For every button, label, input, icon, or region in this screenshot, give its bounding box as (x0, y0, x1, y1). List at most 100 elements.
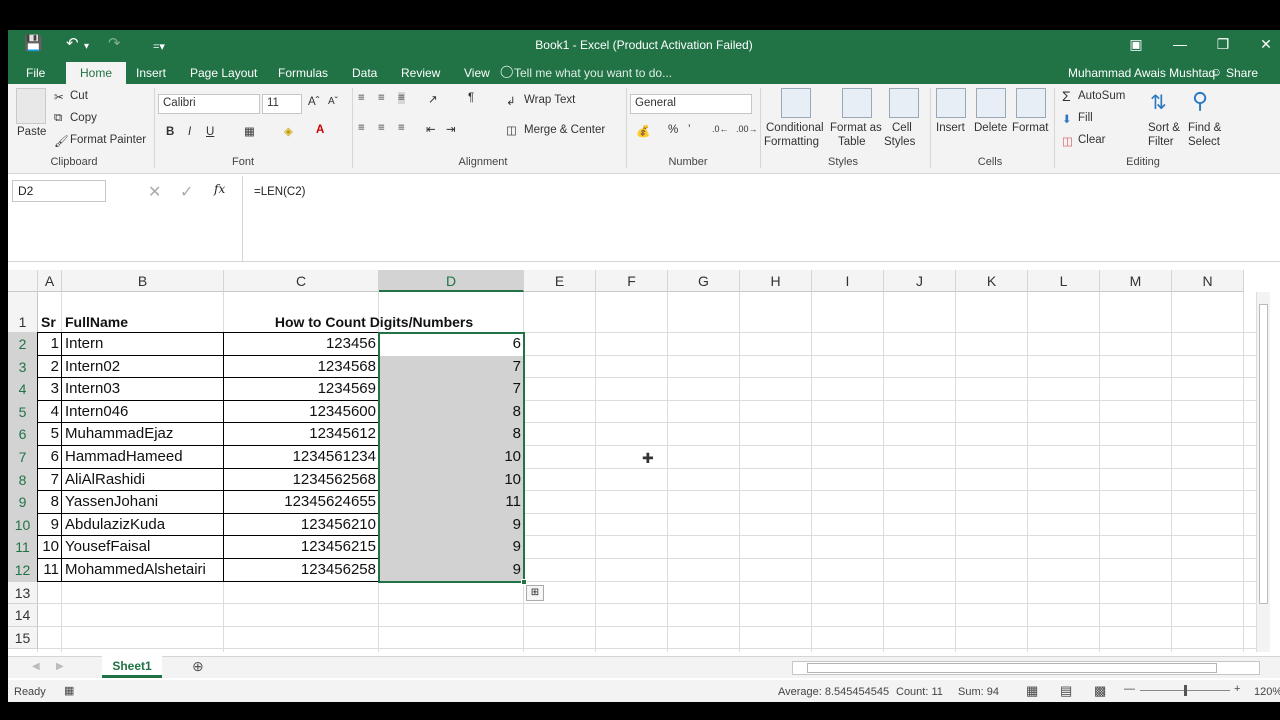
cell-d8[interactable]: 10 (379, 469, 524, 492)
cell-a4[interactable]: 3 (38, 378, 62, 401)
cell-c11[interactable]: 123456215 (224, 536, 379, 559)
cell-a2[interactable]: 1 (38, 333, 62, 356)
cell-styles-button[interactable]: Cell (892, 122, 912, 134)
delete-cells-button[interactable]: Delete (974, 122, 1007, 134)
restore-icon[interactable]: ❐ (1213, 36, 1233, 53)
copy-button[interactable]: Copy (70, 112, 97, 124)
cell-d3[interactable]: 7 (379, 356, 524, 379)
cell-d12[interactable]: 9 (379, 559, 524, 582)
row-header-13[interactable]: 13 (8, 581, 38, 605)
column-header-f[interactable]: F (596, 270, 668, 292)
row-header-3[interactable]: 3 (8, 355, 38, 379)
cell-c8[interactable]: 1234562568 (224, 469, 379, 492)
align-bottom-icon[interactable]: ≡ (398, 92, 405, 104)
find-select-button-line2[interactable]: Select (1188, 136, 1220, 148)
cell-c2[interactable]: 123456 (224, 333, 379, 356)
row-header-10[interactable]: 10 (8, 513, 38, 537)
cell-b5[interactable]: Intern046 (62, 401, 224, 424)
cell-c4[interactable]: 1234569 (224, 378, 379, 401)
cell-d4[interactable]: 7 (379, 378, 524, 401)
row-header-11[interactable]: 11 (8, 536, 38, 559)
cell-c10[interactable]: 123456210 (224, 514, 379, 537)
font-color-icon[interactable]: A (316, 124, 324, 136)
vertical-scrollbar[interactable] (1256, 292, 1270, 652)
increase-decimal-icon[interactable]: .0← (712, 124, 729, 134)
cell-d9[interactable]: 11 (379, 491, 524, 514)
row-header-12[interactable]: 12 (8, 559, 38, 582)
column-header-k[interactable]: K (956, 270, 1028, 292)
cell-b8[interactable]: AliAlRashidi (62, 469, 224, 492)
shrink-font-icon[interactable]: Aˇ (328, 96, 338, 107)
format-as-table-button-line2[interactable]: Table (838, 136, 866, 148)
zoom-out-icon[interactable]: — (1124, 683, 1135, 695)
page-break-view-icon[interactable]: ▩ (1094, 683, 1106, 699)
rtl-icon[interactable]: ¶ (468, 92, 474, 104)
borders-icon[interactable]: ▦ (244, 124, 255, 138)
cell-c5[interactable]: 12345600 (224, 401, 379, 424)
cell-d5[interactable]: 8 (379, 401, 524, 424)
tab-formulas[interactable]: Formulas (278, 64, 328, 84)
cell-a1-header[interactable]: Sr (38, 292, 62, 333)
decrease-decimal-icon[interactable]: .00→ (736, 124, 758, 134)
cell-a9[interactable]: 8 (38, 491, 62, 514)
cell-a6[interactable]: 5 (38, 423, 62, 446)
column-header-n[interactable]: N (1172, 270, 1244, 292)
cell-a10[interactable]: 9 (38, 514, 62, 537)
cell-b7[interactable]: HammadHameed (62, 446, 224, 469)
worksheet-grid[interactable]: A B C D E F G H I J K L M N 1 2 3 4 5 6 7 8 9 10 11 12 13 14 15 ⊞ Sr Fu… (8, 270, 1270, 652)
column-header-l[interactable]: L (1028, 270, 1100, 292)
column-header-i[interactable]: I (812, 270, 884, 292)
sort-filter-button-line2[interactable]: Filter (1148, 136, 1174, 148)
prev-sheet-icon[interactable]: ◀ (32, 661, 40, 672)
cell-b1-header[interactable]: FullName (62, 292, 224, 333)
normal-view-icon[interactable]: ▦ (1026, 683, 1038, 699)
find-select-button[interactable]: Find & (1188, 122, 1221, 134)
column-header-j[interactable]: J (884, 270, 956, 292)
bold-button[interactable]: B (166, 126, 174, 138)
zoom-level[interactable]: 120% (1254, 686, 1280, 698)
row-header-5[interactable]: 5 (8, 400, 38, 424)
quick-analysis-icon[interactable]: ⊞ (526, 584, 544, 601)
sheet-tab-sheet1[interactable]: Sheet1 (102, 656, 162, 678)
cell-c1-header[interactable]: How to Count Digits/Numbers (224, 292, 524, 333)
align-center-icon[interactable]: ≡ (378, 122, 385, 134)
format-as-table-button[interactable]: Format as (830, 122, 882, 134)
cell-b11[interactable]: YousefFaisal (62, 536, 224, 559)
cell-c7[interactable]: 1234561234 (224, 446, 379, 469)
close-icon[interactable]: ✕ (1256, 36, 1276, 53)
increase-indent-icon[interactable]: ⇥ (446, 122, 456, 136)
paste-button[interactable]: Paste (17, 126, 46, 138)
paste-icon[interactable] (16, 88, 46, 124)
cell-a8[interactable]: 7 (38, 469, 62, 492)
row-header-14[interactable]: 14 (8, 604, 38, 627)
insert-function-icon[interactable]: fx (214, 182, 225, 196)
page-layout-view-icon[interactable]: ▤ (1060, 683, 1072, 699)
autosum-button[interactable]: AutoSum (1078, 90, 1125, 102)
ribbon-display-icon[interactable]: ▣ (1126, 36, 1146, 53)
cell-b10[interactable]: AbdulazizKuda (62, 514, 224, 537)
user-name[interactable]: Muhammad Awais Mushtaq (1068, 66, 1215, 80)
formula-input[interactable]: =LEN(C2) (254, 186, 305, 198)
tab-file[interactable]: File (26, 64, 45, 84)
font-size-select[interactable]: 11 (262, 94, 302, 114)
orientation-icon[interactable]: ↗ (428, 92, 438, 106)
tell-me-box[interactable]: Tell me what you want to do... (514, 66, 672, 80)
tab-review[interactable]: Review (401, 64, 440, 84)
column-header-a[interactable]: A (38, 270, 62, 292)
cell-d7[interactable]: 10 (379, 446, 524, 469)
underline-button[interactable]: U (206, 126, 214, 138)
align-left-icon[interactable]: ≡ (358, 122, 365, 134)
cancel-icon[interactable]: ✕ (148, 182, 161, 202)
cell-c9[interactable]: 12345624655 (224, 491, 379, 514)
column-header-d[interactable]: D (379, 270, 524, 292)
cell-a5[interactable]: 4 (38, 401, 62, 424)
row-header-7[interactable]: 7 (8, 446, 38, 469)
cell-b3[interactable]: Intern02 (62, 356, 224, 379)
cell-b6[interactable]: MuhammadEjaz (62, 423, 224, 446)
insert-cells-button[interactable]: Insert (936, 122, 965, 134)
italic-button[interactable]: I (188, 126, 191, 138)
zoom-slider[interactable] (1140, 685, 1230, 696)
horizontal-scrollbar[interactable] (792, 661, 1260, 675)
cell-c3[interactable]: 1234568 (224, 356, 379, 379)
cell-b4[interactable]: Intern03 (62, 378, 224, 401)
